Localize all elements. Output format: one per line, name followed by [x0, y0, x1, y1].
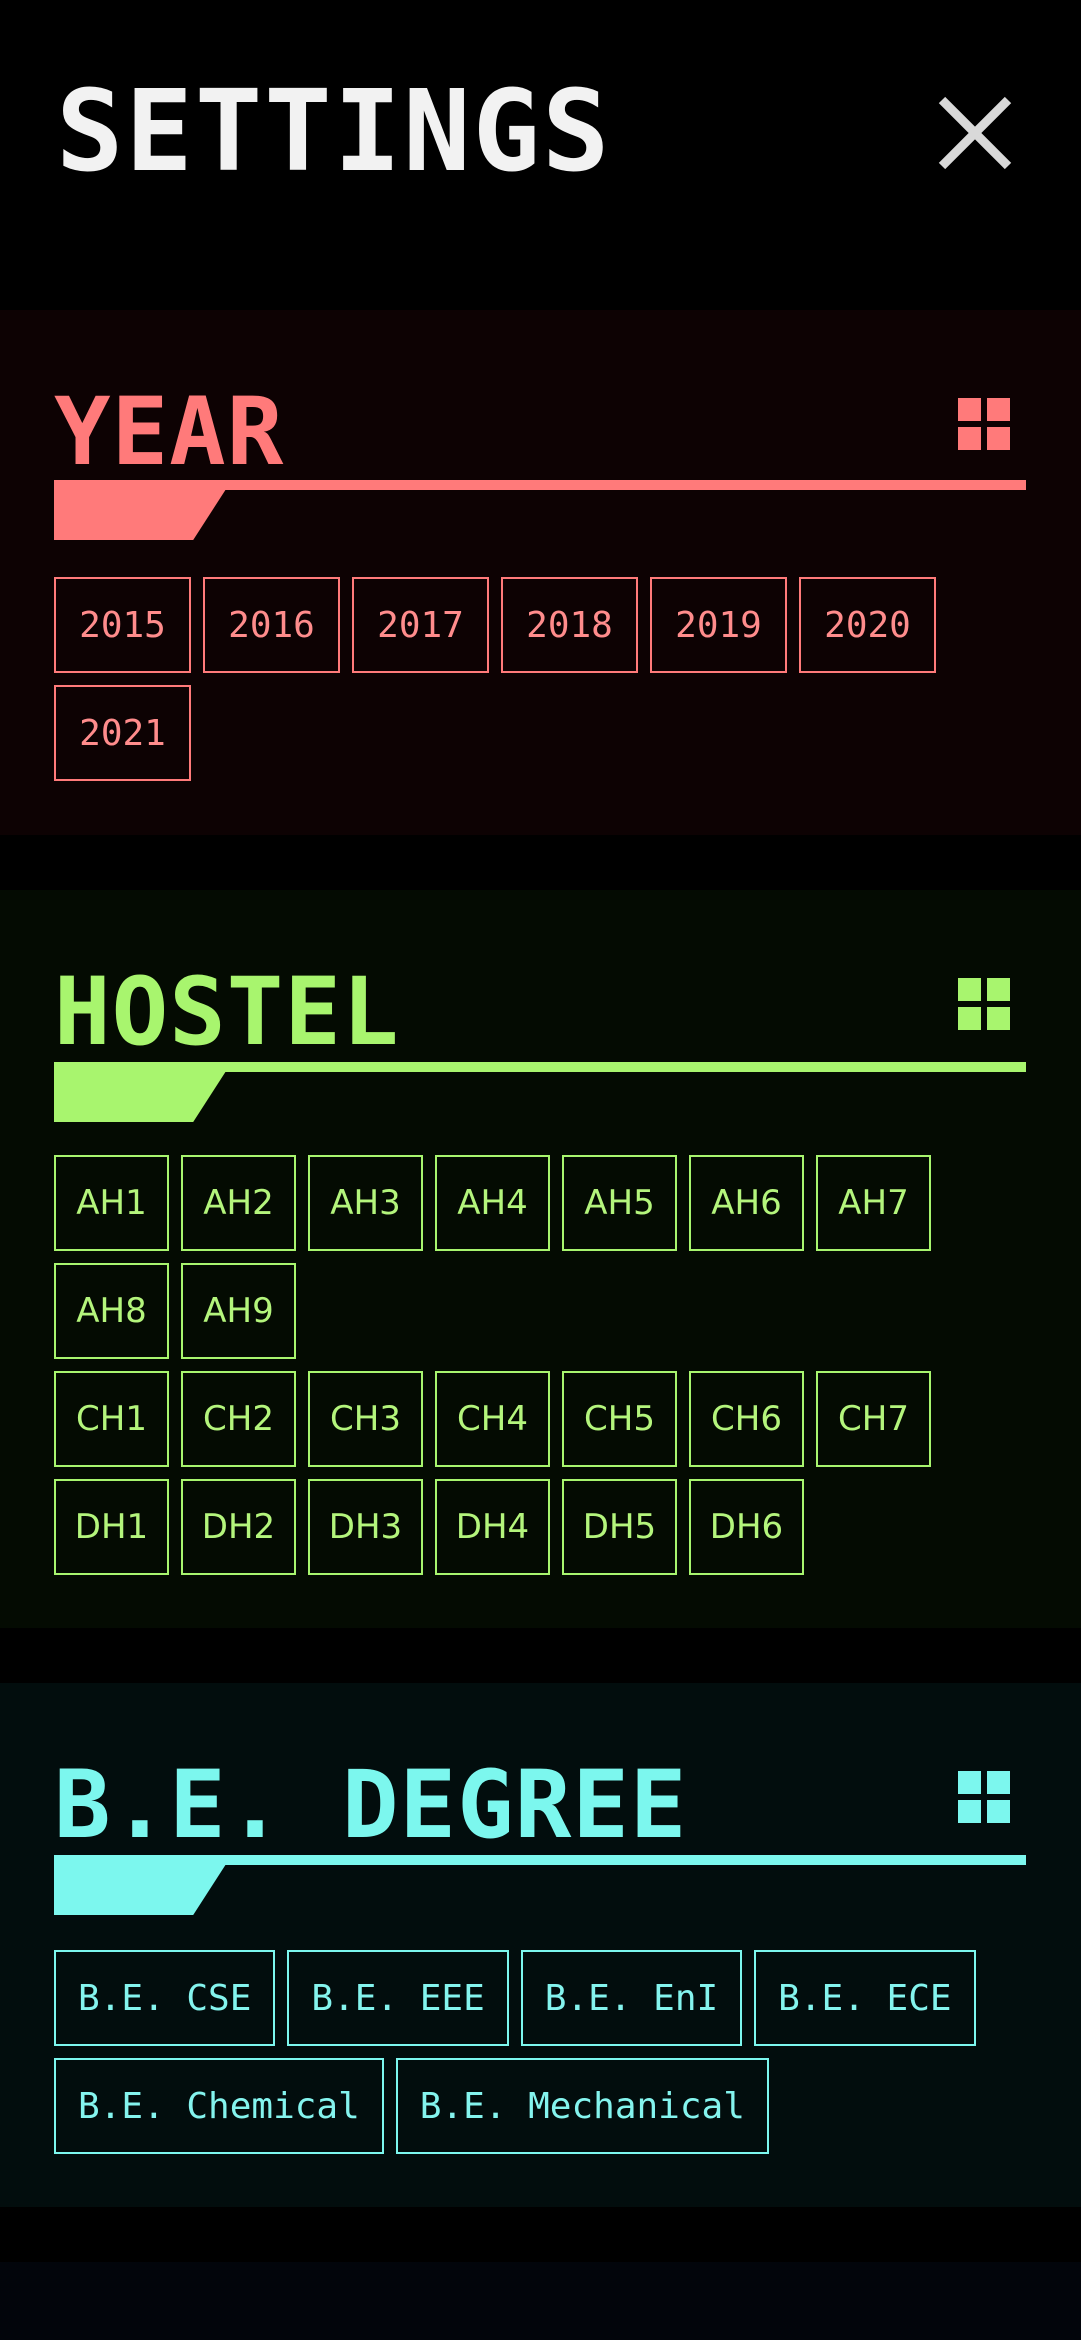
page-title: SETTINGS — [56, 67, 612, 197]
year-section: YEAR 2015 2016 2017 2018 2019 2020 2021 — [0, 310, 1081, 835]
filter-chip[interactable]: CH3 — [308, 1371, 423, 1467]
filter-chip[interactable]: B.E. EEE — [287, 1950, 509, 2046]
filter-chip[interactable]: AH4 — [435, 1155, 550, 1251]
degree-section: B.E. DEGREE B.E. CSE B.E. EEE B.E. EnI B.E.… — [0, 1683, 1081, 2207]
hostel-section: HOSTEL AH1 AH2 AH3 AH4 AH5 AH6 AH7 AH8 AH9 CH1 CH2… — [0, 890, 1081, 1628]
filter-chip[interactable]: B.E. Chemical — [54, 2058, 384, 2154]
year-tab-accent — [54, 486, 228, 540]
filter-chip[interactable]: AH9 — [181, 1263, 296, 1359]
chip-row: B.E. Chemical B.E. Mechanical — [54, 2058, 1044, 2154]
filter-chip[interactable]: 2016 — [203, 577, 340, 673]
chip-row: 2015 2016 2017 2018 2019 2020 — [54, 577, 1044, 673]
filter-chip[interactable]: 2019 — [650, 577, 787, 673]
close-icon — [938, 96, 1012, 170]
filter-chip[interactable]: CH4 — [435, 1371, 550, 1467]
grid-icon[interactable] — [958, 978, 1010, 1030]
grid-icon[interactable] — [958, 398, 1010, 450]
filter-chip[interactable]: CH7 — [816, 1371, 931, 1467]
settings-header: SETTINGS — [0, 0, 1081, 310]
filter-chip[interactable]: 2018 — [501, 577, 638, 673]
chip-row: CH1 CH2 CH3 CH4 CH5 CH6 CH7 — [54, 1371, 1044, 1467]
filter-chip[interactable]: AH7 — [816, 1155, 931, 1251]
year-chip-list: 2015 2016 2017 2018 2019 2020 2021 — [54, 577, 1044, 793]
filter-chip[interactable]: CH2 — [181, 1371, 296, 1467]
chip-row: AH8 AH9 — [54, 1263, 1044, 1359]
filter-chip[interactable]: 2021 — [54, 685, 191, 781]
year-section-title: YEAR — [54, 378, 285, 487]
filter-chip[interactable]: AH2 — [181, 1155, 296, 1251]
close-button[interactable] — [930, 88, 1020, 178]
hostel-section-title: HOSTEL — [54, 958, 400, 1067]
filter-chip[interactable]: DH2 — [181, 1479, 296, 1575]
filter-chip[interactable]: AH8 — [54, 1263, 169, 1359]
filter-chip[interactable]: B.E. ECE — [754, 1950, 976, 2046]
chip-row: B.E. CSE B.E. EEE B.E. EnI B.E. ECE — [54, 1950, 1044, 2046]
filter-chip[interactable]: AH1 — [54, 1155, 169, 1251]
next-section-peek — [0, 2262, 1081, 2340]
filter-chip[interactable]: AH3 — [308, 1155, 423, 1251]
filter-chip[interactable]: 2020 — [799, 577, 936, 673]
degree-tab-accent — [54, 1861, 228, 1915]
filter-chip[interactable]: CH1 — [54, 1371, 169, 1467]
filter-chip[interactable]: B.E. CSE — [54, 1950, 276, 2046]
filter-chip[interactable]: DH3 — [308, 1479, 423, 1575]
filter-chip[interactable]: DH6 — [689, 1479, 804, 1575]
degree-chip-list: B.E. CSE B.E. EEE B.E. EnI B.E. ECE B.E. Che… — [54, 1950, 1044, 2166]
filter-chip[interactable]: AH6 — [689, 1155, 804, 1251]
filter-chip[interactable]: AH5 — [562, 1155, 677, 1251]
filter-chip[interactable]: B.E. Mechanical — [395, 2058, 769, 2154]
degree-section-title: B.E. DEGREE — [54, 1751, 688, 1860]
filter-chip[interactable]: 2015 — [54, 577, 191, 673]
chip-row: 2021 — [54, 685, 1044, 781]
filter-chip[interactable]: DH4 — [435, 1479, 550, 1575]
filter-chip[interactable]: CH6 — [689, 1371, 804, 1467]
hostel-tab-accent — [54, 1068, 228, 1122]
grid-icon[interactable] — [958, 1771, 1010, 1823]
filter-chip[interactable]: DH1 — [54, 1479, 169, 1575]
chip-row: AH1 AH2 AH3 AH4 AH5 AH6 AH7 — [54, 1155, 1044, 1251]
hostel-chip-list: AH1 AH2 AH3 AH4 AH5 AH6 AH7 AH8 AH9 CH1 CH2 CH3 CH4 C… — [54, 1155, 1044, 1587]
filter-chip[interactable]: 2017 — [352, 577, 489, 673]
filter-chip[interactable]: CH5 — [562, 1371, 677, 1467]
chip-row: DH1 DH2 DH3 DH4 DH5 DH6 — [54, 1479, 1044, 1575]
filter-chip[interactable]: DH5 — [562, 1479, 677, 1575]
filter-chip[interactable]: B.E. EnI — [520, 1950, 743, 2046]
